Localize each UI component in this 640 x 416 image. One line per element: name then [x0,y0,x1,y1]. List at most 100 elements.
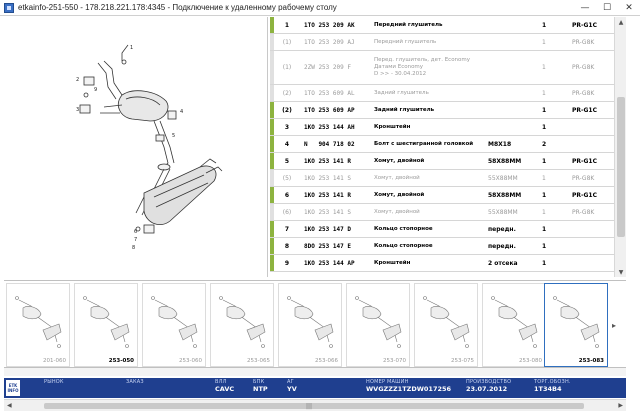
vehicle-info-header: ЗАКАЗ [126,379,144,385]
parts-row[interactable]: (6) 1KO 253 141 S Хомут, двойной 55X88MM 1 PR… [270,204,614,221]
scroll-left-icon[interactable]: ◀ [7,402,12,409]
part-description: Кронштейн [374,259,411,266]
vehicle-info-value: YV [287,385,297,393]
part-position: (1) [282,38,292,46]
illustration-thumbnail[interactable]: 253-075 [414,283,478,367]
vehicle-info-field: БПК NTP [253,379,268,393]
window-titlebar: etkainfo-251-550 - 178.218.221.178:4345 … [0,0,640,16]
part-position: (2) [282,106,292,114]
close-button[interactable]: ✕ [618,0,640,16]
part-description: Перед. глушитель, дет. Economy Датами Ec… [374,57,471,77]
thumbnails-next-icon[interactable]: ▸ [612,321,620,330]
maximize-button[interactable]: ☐ [596,0,618,16]
thumbnail-label: 253-060 [179,358,202,364]
part-quantity: 1 [542,64,546,71]
part-description: Кольцо стопорное [374,225,433,232]
part-number: 1KO 253 141 R [304,191,351,199]
part-description: Задний глушитель [374,106,435,113]
illustration-thumbnail[interactable]: 253-083 [544,283,608,367]
remote-desktop-icon [4,2,14,13]
parts-row[interactable]: 5 1KO 253 141 R Хомут, двойной 58X88MM 1 PR-G… [270,153,614,170]
callout-3: 3 [76,107,79,113]
vehicle-info-field: ВЛЛ CAVC [215,379,234,393]
parts-row[interactable]: 6 1KO 253 141 R Хомут, двойной 58X88MM 1 PR-G… [270,187,614,204]
thumbnail-label: 253-080 [519,358,542,364]
parts-row[interactable]: 3 1KO 253 144 AH Кронштейн 1 [270,119,614,136]
callout-1: 1 [130,45,133,51]
minimize-button[interactable]: — [574,0,596,16]
window-horizontal-scrollbar[interactable]: ◀ ||| ▶ [4,399,626,411]
part-number: 1TO 253 209 AK [304,21,355,29]
parts-list-scrollbar[interactable]: ▲ ▼ [614,17,626,277]
horizontal-scroll-thumb[interactable] [44,403,584,409]
part-pr-code: PR-G8K [572,208,595,216]
part-spec: 55X88MM [488,174,518,182]
part-position: (2) [282,89,292,97]
part-description: Кронштейн [374,123,411,130]
part-number: 2ZW 253 209 F [304,64,351,71]
parts-row[interactable]: (1) 2ZW 253 209 F Перед. глушитель, дет. E… [270,51,614,85]
part-pr-code: PR-G1C [572,191,598,199]
part-quantity: 1 [542,242,547,250]
callout-9: 9 [94,87,97,93]
vehicle-info-field: АГ YV [287,379,297,393]
part-description: Передний глушитель [374,38,437,45]
thumbnails-scrollbar[interactable] [4,368,626,376]
parts-row[interactable]: (5) 1KO 253 141 S Хомут, двойной 55X88MM 1 PR… [270,170,614,187]
part-quantity: 1 [542,157,547,165]
illustration-thumbnail[interactable]: 201-060 [6,283,70,367]
part-position: 6 [284,191,290,199]
part-pr-code: PR-G8K [572,89,595,97]
scrollbar-thumb[interactable] [617,97,625,237]
thumbnail-label: 253-075 [451,358,474,364]
vehicle-info-field: ТОРГ.ОБОЗН. 1T34B4 [534,379,571,393]
thumbnail-drawing [423,296,470,348]
part-position: 5 [284,157,290,165]
part-quantity: 1 [542,89,546,97]
part-number: N 904 718 02 [304,140,355,148]
parts-row[interactable]: (1) 1TO 253 209 AJ Передний глушитель 1 PR-G… [270,34,614,51]
thumbnail-drawing [553,296,600,348]
parts-row[interactable]: (2) 1TO 253 609 AP Задний глушитель 1 PR-G1C [270,102,614,119]
callout-6: 6 [134,229,137,235]
part-position: 9 [284,259,290,267]
parts-diagram[interactable]: 1 2 3 4 5 6 7 8 9 [4,17,268,277]
illustration-thumbnails: 201-060 253-050 253-060 253-065 253-066 253-0… [4,280,626,368]
illustration-thumbnail[interactable]: 253-065 [210,283,274,367]
part-spec: 2 отсека [488,259,518,267]
part-number: 1TO 253 209 AJ [304,38,355,46]
part-number: 1KO 253 144 AP [304,259,355,267]
part-number: 1KO 253 141 S [304,174,351,182]
scroll-up-icon[interactable]: ▲ [615,17,627,27]
part-spec: 55X88MM [488,208,518,216]
thumbnail-label: 253-070 [383,358,406,364]
part-spec: 58X88MM [488,191,522,199]
part-pr-code: PR-G1C [572,21,598,29]
illustration-thumbnail[interactable]: 253-066 [278,283,342,367]
part-pr-code: PR-G1C [572,157,598,165]
parts-row[interactable]: 1 1TO 253 209 AK Передний глушитель 1 PR-G1C [270,17,614,34]
illustration-thumbnail[interactable]: 253-080 [482,283,546,367]
part-quantity: 1 [542,123,547,131]
vehicle-info-field: ЗАКАЗ [126,379,144,385]
scroll-down-icon[interactable]: ▼ [615,267,627,277]
part-number: 1KO 253 147 D [304,225,351,233]
thumbnail-label: 253-065 [247,358,270,364]
illustration-thumbnail[interactable]: 253-070 [346,283,410,367]
thumbnail-drawing [355,296,402,348]
parts-row[interactable]: 4 N 904 718 02 Болт с шестигранной головко… [270,136,614,153]
window-title: etkainfo-251-550 - 178.218.221.178:4345 … [18,3,337,12]
illustration-thumbnail[interactable]: 253-050 [74,283,138,367]
parts-row[interactable]: 9 1KO 253 144 AP Кронштейн 2 отсека 1 [270,255,614,272]
callout-4: 4 [180,109,183,115]
part-quantity: 1 [542,191,547,199]
parts-row[interactable]: 8 8DO 253 147 E Кольцо стопорное передн. 1 [270,238,614,255]
illustration-thumbnail[interactable]: 253-060 [142,283,206,367]
parts-row[interactable]: (2) 1TO 253 609 AL Задний глушитель 1 PR-G8K [270,85,614,102]
parts-row[interactable]: 7 1KO 253 147 D Кольцо стопорное передн. 1 [270,221,614,238]
vehicle-info-value: CAVC [215,385,235,393]
exhaust-diagram-drawing: 1 2 3 4 5 6 7 8 9 [76,44,223,251]
scroll-grip-icon: ||| [306,403,313,410]
thumbnail-drawing [287,296,334,348]
scroll-right-icon[interactable]: ▶ [618,402,623,409]
